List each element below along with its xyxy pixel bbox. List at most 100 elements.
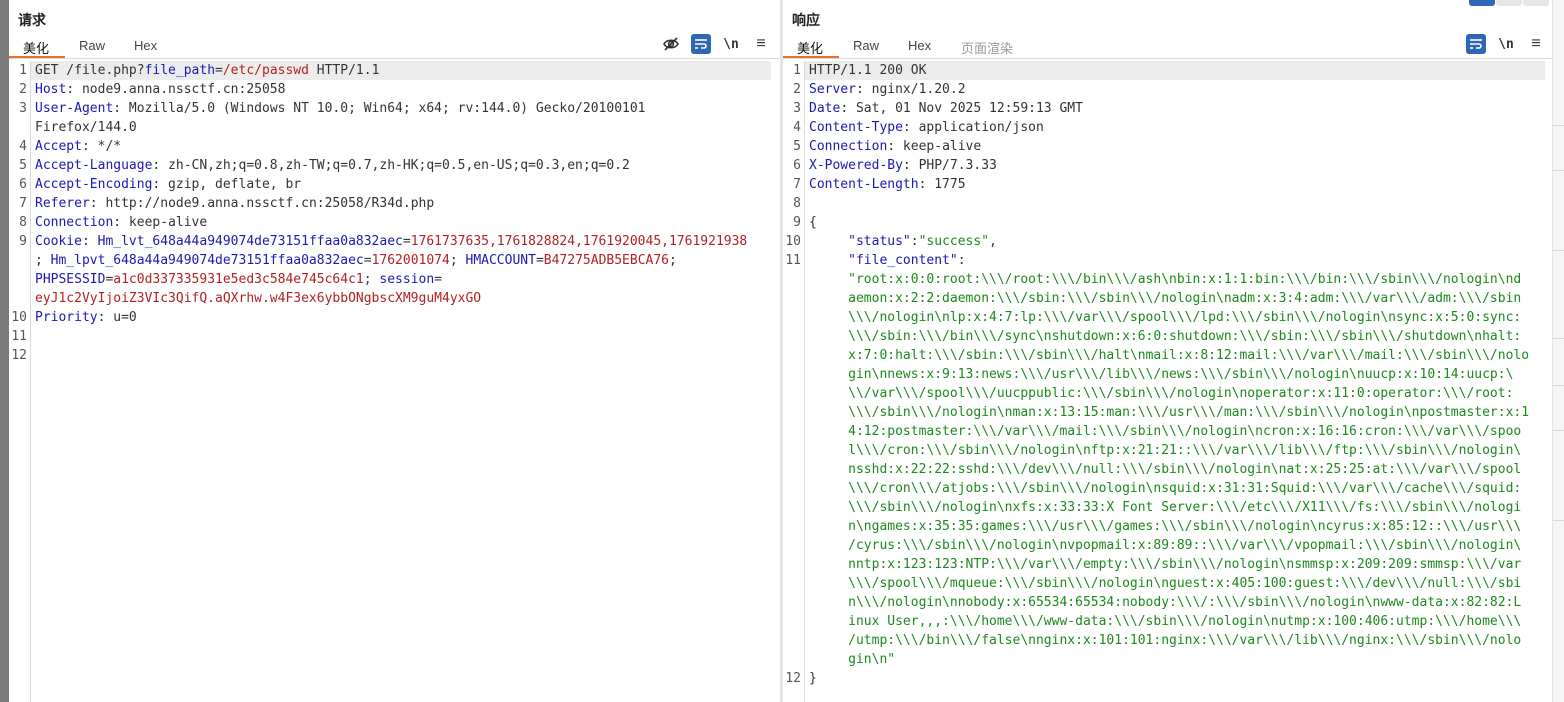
code-token: Content-Length: [809, 177, 919, 192]
code-line: Firefox/144.0: [35, 118, 137, 137]
code-line: \\\/sbin:\\\/bin\\\/sync\nshutdown:x:6:0…: [809, 327, 1521, 346]
response-editor[interactable]: 1 2 3 4 5 6 7 8 9 10 11 12 HTTP/1.1 200 OK Server: n…: [783, 61, 1552, 702]
wrap-lines-icon[interactable]: [691, 34, 711, 54]
code-token: : Sat, 01 Nov 2025 12:59:13 GMT: [840, 101, 1083, 116]
code-token: HTTP/1.1 200 OK: [809, 63, 927, 78]
line-number: 8: [19, 215, 27, 230]
code-token: \\\/nologin\nlp:x:4:7:lp:\\\/var\\\/spoo…: [848, 310, 1522, 325]
code-line: }: [809, 669, 817, 688]
tab-hex[interactable]: Hex: [134, 38, 157, 53]
code-token: {: [809, 215, 817, 230]
tab-pretty[interactable]: 美化: [797, 38, 823, 57]
code-line: \\\/cron\\\/atjobs:\\\/sbin\\\/nologin\n…: [809, 479, 1521, 498]
response-title: 响应: [792, 12, 820, 28]
request-title: 请求: [18, 12, 46, 28]
line-number: 6: [19, 177, 27, 192]
code-line: \\\/sbin\\\/nologin\nxfs:x:33:33:X Font …: [809, 498, 1521, 517]
wrap-lines-icon[interactable]: [1466, 34, 1486, 54]
code-token: x:7:0:halt:\\\/sbin:\\\/sbin\\\/halt\nma…: [848, 348, 1530, 363]
code-token: ;: [35, 253, 51, 268]
code-line: x:7:0:halt:\\\/sbin:\\\/sbin\\\/halt\nma…: [809, 346, 1529, 365]
code-token: 1762001074: [371, 253, 450, 268]
line-number: 2: [793, 82, 801, 97]
line-number: 10: [785, 234, 801, 249]
code-token: Cookie: [35, 234, 82, 249]
line-number: 1: [793, 63, 801, 78]
layout-button-2[interactable]: [1496, 0, 1522, 6]
menu-icon[interactable]: ≡: [751, 34, 771, 54]
line-number: 4: [793, 120, 801, 135]
line-number: 3: [19, 101, 27, 116]
code-token: \\\/sbin\\\/nologin\nxfs:x:33:33:X Font …: [848, 500, 1522, 515]
code-line: Cookie: Hm_lvt_648a44a949074de73151ffaa0…: [35, 232, 747, 251]
code-line: Accept-Encoding: gzip, deflate, br: [35, 175, 301, 194]
code-token: =: [434, 272, 443, 287]
code-token: ;: [449, 253, 466, 268]
code-token: HTTP/1.1: [308, 63, 380, 78]
code-token: Accept: [35, 139, 82, 154]
code-token: Hm_lvt_648a44a949074de73151ffaa0a832aec: [97, 234, 403, 249]
code-token: Connection: [35, 215, 114, 230]
code-line: inux User,,,:\\\/home\\\/www-data:\\\/sb…: [809, 612, 1521, 631]
code-token: gin\n": [848, 652, 896, 667]
code-line: /utmp:\\\/bin\\\/false\nnginx:x:101:101:…: [809, 631, 1521, 650]
line-number: 9: [793, 215, 801, 230]
line-number: 9: [19, 234, 27, 249]
code-line: nntp:x:123:123:NTP:\\\/var\\\/empty:\\\/…: [809, 555, 1521, 574]
code-token: "file_content": [848, 253, 958, 268]
line-number: 5: [19, 158, 27, 173]
tab-divider: [9, 58, 780, 59]
tab-raw[interactable]: Raw: [79, 38, 105, 53]
request-editor[interactable]: 1 2 3 4 5 6 7 8 9 10 11 12 GET /file.php?file_path=…: [9, 61, 780, 702]
code-token: : PHP/7.3.33: [902, 158, 997, 173]
code-token: Firefox/144.0: [35, 120, 137, 135]
code-line: "file_content":: [809, 251, 965, 270]
code-line: Content-Type: application/json: [809, 118, 1044, 137]
code-line: gin\n": [809, 650, 895, 669]
code-token: gin\nnews:x:9:13:news:\\\/usr\\\/lib\\\/…: [848, 367, 1514, 382]
tab-raw[interactable]: Raw: [853, 38, 879, 53]
code-token: Host: [35, 82, 67, 97]
code-line: Content-Length: 1775: [809, 175, 966, 194]
hide-icon[interactable]: [661, 34, 681, 54]
code-token: : node9.anna.nssctf.cn:25058: [66, 82, 286, 97]
line-number: 7: [793, 177, 801, 192]
layout-button-1[interactable]: [1469, 0, 1495, 6]
code-token: : zh-CN,zh;q=0.8,zh-TW;q=0.7,zh-HK;q=0.5…: [152, 158, 630, 173]
right-scroll-gutter[interactable]: [1552, 0, 1564, 702]
code-line: User-Agent: Mozilla/5.0 (Windows NT 10.0…: [35, 99, 646, 118]
newline-toggle-icon[interactable]: \n: [1496, 34, 1516, 54]
code-token: ;: [669, 253, 677, 268]
code-line: Accept-Language: zh-CN,zh;q=0.8,zh-TW;q=…: [35, 156, 630, 175]
code-token: : nginx/1.20.2: [855, 82, 966, 97]
code-line: Connection: keep-alive: [35, 213, 207, 232]
code-line: "root:x:0:0:root:\\\/root:\\\/bin\\\/ash…: [809, 270, 1521, 289]
code-token: a1c0d337335931e5ed3c584e745c64c1: [113, 272, 364, 287]
line-number: 5: [793, 139, 801, 154]
code-line: HTTP/1.1 200 OK: [809, 61, 926, 80]
tab-pretty[interactable]: 美化: [23, 38, 49, 57]
newline-toggle-icon[interactable]: \n: [721, 34, 741, 54]
code-token: file_path: [144, 63, 216, 78]
code-line: Date: Sat, 01 Nov 2025 12:59:13 GMT: [809, 99, 1083, 118]
menu-icon[interactable]: ≡: [1526, 34, 1546, 54]
code-line: n\\\/nologin\nnobody:x:65534:65534:nobod…: [809, 593, 1521, 612]
line-number: 11: [785, 253, 801, 268]
code-line: Accept: */*: [35, 137, 121, 156]
code-token: :: [910, 234, 919, 249]
code-token: PHPSESSID: [35, 272, 106, 287]
tab-hex[interactable]: Hex: [908, 38, 931, 53]
code-line: Priority: u=0: [35, 308, 137, 327]
layout-button-3[interactable]: [1523, 0, 1549, 6]
code-line: "status":"success",: [809, 232, 997, 251]
code-line: ; Hm_lpvt_648a44a949074de73151ffaa0a832a…: [35, 251, 677, 270]
tab-render[interactable]: 页面渲染: [961, 38, 1013, 57]
